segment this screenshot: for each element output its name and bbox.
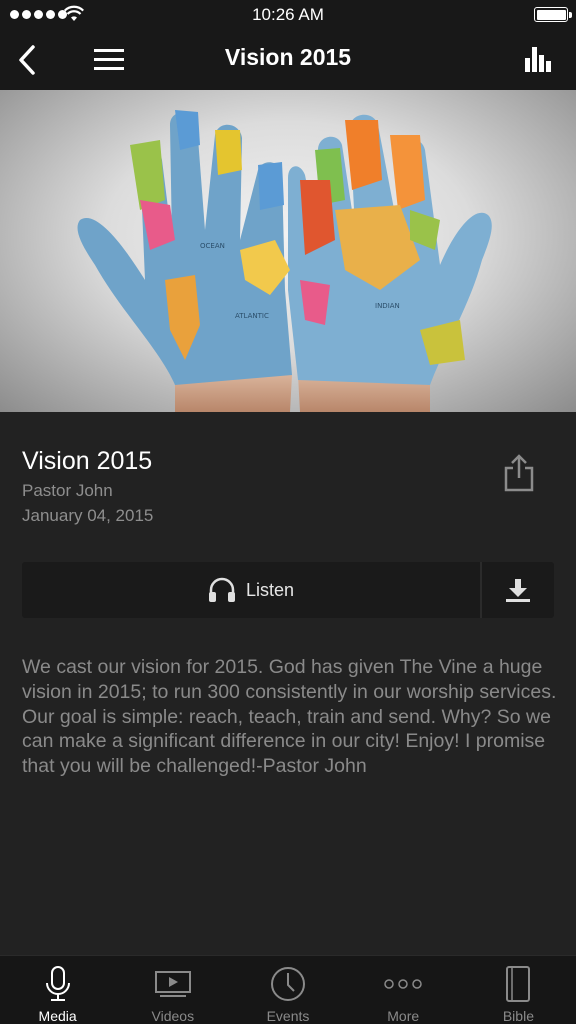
sermon-date: January 04, 2015 bbox=[22, 506, 154, 525]
microphone-icon bbox=[45, 966, 70, 1001]
sermon-title: Vision 2015 bbox=[22, 447, 153, 475]
share-icon[interactable] bbox=[498, 452, 540, 494]
svg-text:INDIAN: INDIAN bbox=[375, 302, 400, 310]
sermon-speaker: Pastor John bbox=[22, 481, 113, 500]
book-icon bbox=[506, 966, 531, 1002]
video-player-icon bbox=[154, 971, 191, 997]
svg-text:ATLANTIC: ATLANTIC bbox=[235, 312, 269, 320]
more-dots-icon bbox=[384, 979, 422, 989]
listen-bar: Listen bbox=[22, 562, 554, 618]
hamburger-menu-icon[interactable] bbox=[92, 45, 126, 75]
status-time: 10:26 AM bbox=[252, 5, 324, 24]
sermon-detail-screen: 10:26 AM Vision 2015 ATLANTIC INDIAN OCE… bbox=[0, 0, 576, 1024]
tab-videos[interactable]: Videos bbox=[115, 956, 230, 1024]
bar-chart-icon[interactable] bbox=[524, 44, 554, 74]
download-button[interactable] bbox=[482, 562, 554, 618]
tab-label: Media bbox=[38, 1008, 77, 1024]
battery-icon bbox=[534, 7, 572, 22]
listen-button[interactable]: Listen bbox=[22, 562, 480, 618]
navigation-bar: Vision 2015 bbox=[0, 30, 576, 90]
sermon-artwork-image: ATLANTIC INDIAN OCEAN bbox=[0, 90, 576, 412]
back-chevron-icon[interactable] bbox=[14, 42, 42, 78]
clock-icon bbox=[271, 967, 305, 1001]
tab-more[interactable]: More bbox=[346, 956, 461, 1024]
status-bar: 10:26 AM bbox=[0, 0, 576, 30]
tab-label: Bible bbox=[502, 1008, 534, 1024]
sermon-description: We cast our vision for 2015. God has giv… bbox=[22, 656, 557, 778]
tab-bar: Media Videos Events More Bible bbox=[0, 955, 576, 1024]
page-title: Vision 2015 bbox=[224, 44, 352, 70]
listen-label: Listen bbox=[245, 579, 295, 600]
tab-label: More bbox=[387, 1008, 420, 1024]
headphones-icon bbox=[208, 577, 235, 602]
tab-media[interactable]: Media bbox=[0, 956, 115, 1024]
tab-bible[interactable]: Bible bbox=[461, 956, 576, 1024]
tab-label: Events bbox=[266, 1008, 310, 1024]
tab-events[interactable]: Events bbox=[230, 956, 345, 1024]
svg-text:OCEAN: OCEAN bbox=[200, 242, 225, 250]
download-icon bbox=[506, 579, 530, 602]
tab-label: Videos bbox=[151, 1008, 195, 1024]
